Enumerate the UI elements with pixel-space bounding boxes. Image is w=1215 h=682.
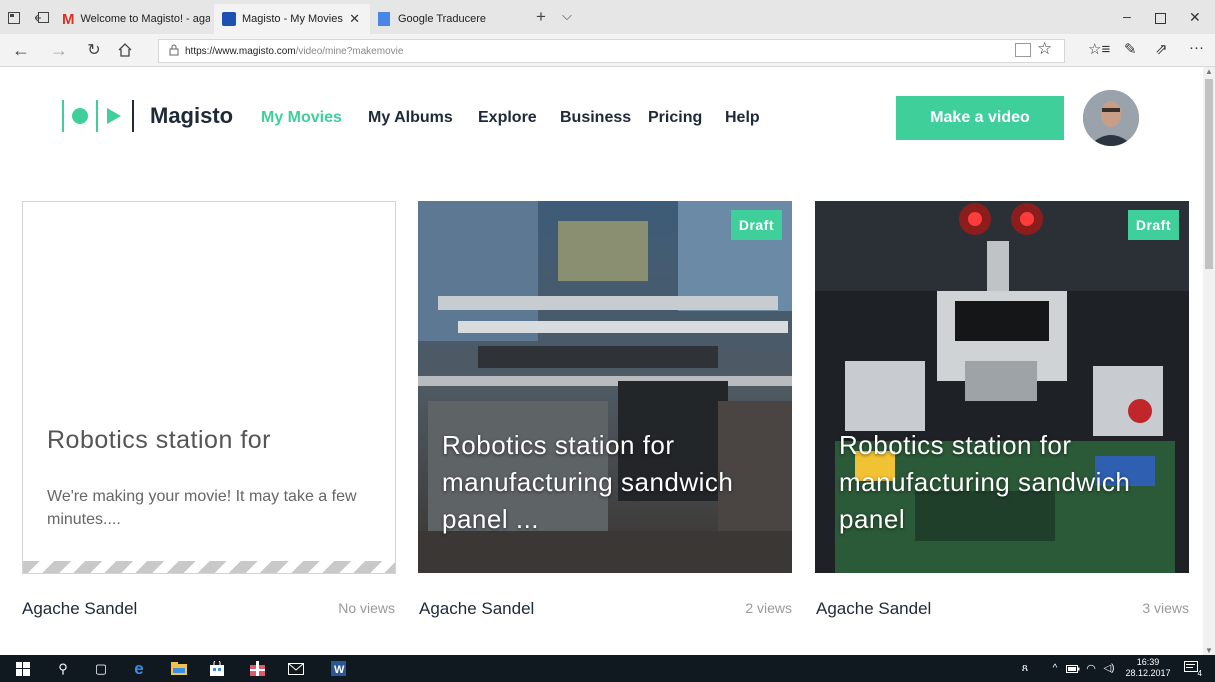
avatar-photo bbox=[1083, 90, 1139, 146]
card-title: Robotics station for manufacturing sandw… bbox=[442, 430, 734, 534]
mail-icon[interactable] bbox=[287, 660, 305, 677]
lock-icon bbox=[169, 44, 179, 59]
url-domain: https://www.magisto.com bbox=[185, 45, 296, 57]
restore-icon[interactable] bbox=[1155, 13, 1166, 24]
card-author[interactable]: Agache Sandel bbox=[816, 599, 931, 619]
address-bar[interactable]: https://www.magisto.com/video/mine?makem… bbox=[158, 39, 1065, 63]
logo-bar-right bbox=[132, 100, 134, 132]
google-translate-icon bbox=[378, 12, 390, 26]
logo-dot-icon bbox=[72, 108, 88, 124]
tab-magisto[interactable]: Magisto - My Movies ✕ bbox=[214, 4, 370, 34]
logo-play-icon bbox=[107, 108, 121, 124]
logo-bar-left bbox=[62, 100, 64, 132]
make-video-label: Make a video bbox=[930, 109, 1030, 126]
page-scrollbar[interactable]: ▲ ▼ bbox=[1203, 67, 1215, 655]
close-window-icon[interactable]: ✕ bbox=[1189, 9, 1201, 26]
nav-help[interactable]: Help bbox=[725, 109, 760, 127]
wifi-icon[interactable]: ◠ bbox=[1082, 660, 1100, 677]
url-path: /video/mine?makemovie bbox=[295, 45, 404, 57]
card-author[interactable]: Agache Sandel bbox=[22, 599, 137, 619]
nav-business[interactable]: Business bbox=[560, 109, 631, 127]
store-icon[interactable] bbox=[208, 660, 226, 677]
tab-label: Welcome to Magisto! - agac bbox=[80, 13, 211, 25]
movie-card-2[interactable]: Draft Robotics station for manufacturing… bbox=[418, 201, 792, 573]
card-title: Robotics station for bbox=[47, 426, 271, 454]
movie-card-processing[interactable]: Robotics station for We're making your m… bbox=[22, 201, 396, 574]
magisto-logo[interactable]: Magisto bbox=[62, 96, 247, 140]
gift-app-icon[interactable] bbox=[248, 660, 266, 677]
make-video-button[interactable]: Make a video bbox=[896, 96, 1064, 140]
svg-text:W: W bbox=[334, 664, 345, 676]
card-views: 3 views bbox=[1142, 600, 1189, 616]
clock[interactable]: 16:39 28.12.2017 bbox=[1122, 657, 1174, 681]
nav-my-albums[interactable]: My Albums bbox=[368, 109, 453, 127]
file-explorer-icon[interactable] bbox=[170, 660, 188, 677]
tab-label: Google Traducere bbox=[398, 13, 487, 25]
scrollbar-thumb[interactable] bbox=[1205, 79, 1213, 269]
people-icon[interactable]: ጸ bbox=[1016, 660, 1034, 677]
windows-start-icon[interactable] bbox=[14, 660, 32, 677]
web-note-icon[interactable]: ✎ bbox=[1124, 40, 1137, 58]
set-tabs-aside-icon[interactable] bbox=[34, 11, 49, 23]
search-icon[interactable]: ⚲ bbox=[54, 660, 72, 677]
edge-icon[interactable]: e bbox=[130, 659, 148, 678]
scroll-down-icon[interactable]: ▼ bbox=[1205, 646, 1213, 655]
card-views: No views bbox=[338, 600, 395, 616]
new-tab-icon[interactable]: + bbox=[536, 7, 546, 27]
magisto-icon bbox=[222, 12, 236, 26]
notification-count-badge: 4 bbox=[1197, 669, 1202, 678]
tab-label: Magisto - My Movies bbox=[242, 13, 343, 25]
battery-icon[interactable] bbox=[1064, 660, 1082, 677]
draft-badge: Draft bbox=[1127, 210, 1179, 240]
tab-list-chevron-icon[interactable]: ⌵ bbox=[562, 8, 572, 24]
nav-explore[interactable]: Explore bbox=[478, 109, 537, 127]
card-title: Robotics station for manufacturing sandw… bbox=[839, 430, 1131, 534]
volume-icon[interactable]: ◁) bbox=[1100, 660, 1118, 677]
card-views: 2 views bbox=[745, 600, 792, 616]
scroll-up-icon[interactable]: ▲ bbox=[1205, 67, 1213, 76]
more-icon[interactable]: ··· bbox=[1189, 39, 1204, 56]
page-content: Magisto My Movies My Albums Explore Busi… bbox=[0, 67, 1203, 655]
minimize-icon[interactable]: – bbox=[1123, 8, 1131, 24]
show-hidden-icons-chevron-icon[interactable]: ^ bbox=[1046, 660, 1064, 677]
progress-stripe bbox=[23, 561, 395, 573]
movie-card-3[interactable]: Draft Robotics station for manufacturing… bbox=[815, 201, 1189, 573]
clock-time: 16:39 bbox=[1136, 657, 1160, 667]
draft-badge: Draft bbox=[730, 210, 782, 240]
tab-preview-icon[interactable] bbox=[8, 11, 20, 24]
back-icon[interactable]: ← bbox=[6, 34, 36, 66]
processing-message: We're making your movie! It may take a f… bbox=[47, 488, 357, 528]
refresh-icon[interactable]: ↻ bbox=[79, 34, 109, 66]
logo-bar-mid bbox=[96, 100, 98, 132]
home-icon[interactable] bbox=[110, 34, 140, 66]
close-tab-icon[interactable]: ✕ bbox=[349, 11, 360, 27]
reading-view-icon[interactable] bbox=[1015, 43, 1031, 57]
logo-text: Magisto bbox=[150, 103, 234, 128]
task-view-icon[interactable]: ▢ bbox=[92, 660, 110, 677]
favorites-hub-icon[interactable]: ☆≡ bbox=[1088, 40, 1110, 58]
windows-taskbar: ⚲ ▢ e W ጸ ^ ◠ ◁) 16:39 28.12.2017 4 bbox=[0, 655, 1215, 682]
clock-date: 28.12.2017 bbox=[1125, 668, 1171, 678]
action-center-icon[interactable]: 4 bbox=[1184, 661, 1202, 678]
address-toolbar: ← → ↻ https://www.magisto.com/video/mine… bbox=[0, 34, 1215, 67]
browser-tab-bar: M Welcome to Magisto! - agac Magisto - M… bbox=[0, 0, 1215, 34]
gmail-icon: M bbox=[62, 10, 75, 28]
forward-icon[interactable]: → bbox=[44, 34, 74, 66]
card-author[interactable]: Agache Sandel bbox=[419, 599, 534, 619]
favorite-star-icon[interactable]: ☆ bbox=[1037, 39, 1052, 59]
tab-google-translate[interactable]: Google Traducere bbox=[374, 4, 524, 34]
tab-gmail[interactable]: M Welcome to Magisto! - agac bbox=[58, 4, 210, 34]
nav-pricing[interactable]: Pricing bbox=[648, 109, 702, 127]
share-icon[interactable]: ⇗ bbox=[1155, 40, 1168, 58]
avatar[interactable] bbox=[1083, 90, 1139, 146]
word-icon[interactable]: W bbox=[329, 660, 347, 677]
nav-my-movies[interactable]: My Movies bbox=[261, 109, 342, 127]
